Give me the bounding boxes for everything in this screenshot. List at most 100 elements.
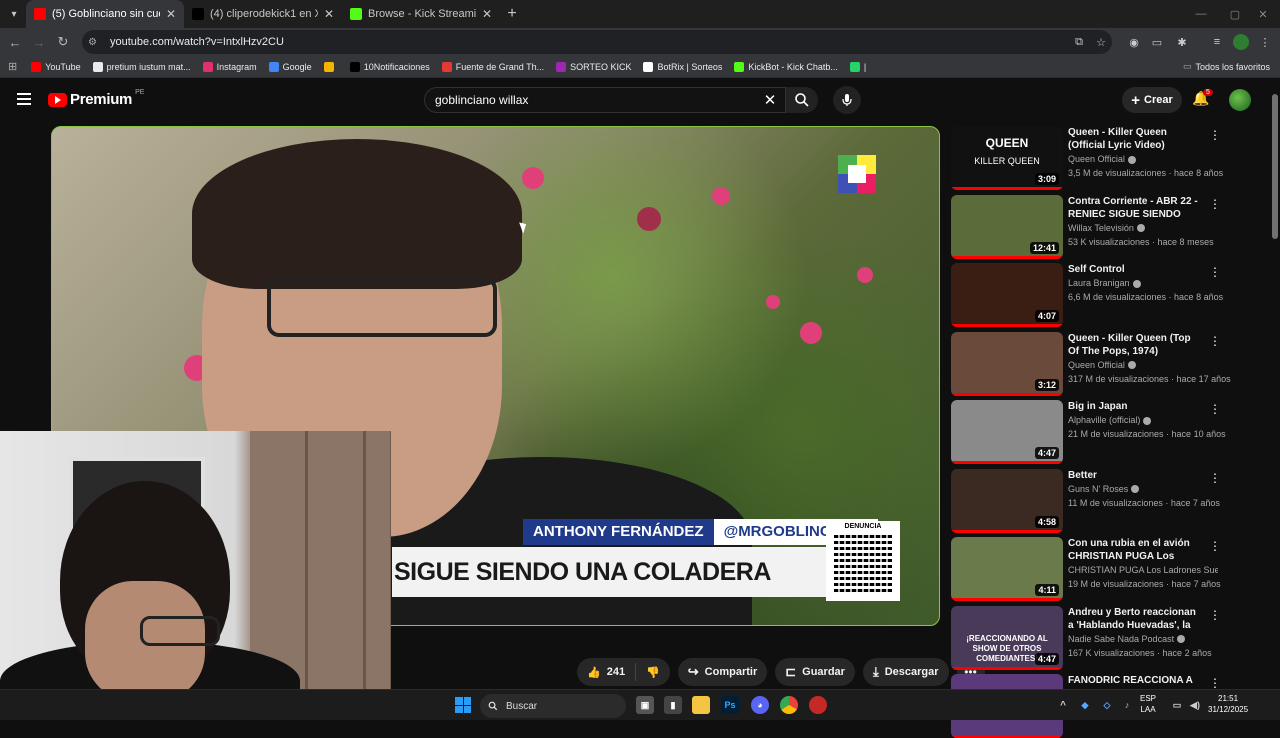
all-bookmarks-button[interactable]: ▭ Todos los favoritos (1183, 61, 1270, 72)
bookmark-item[interactable]: Fuente de Grand Th... (441, 61, 544, 72)
video-thumbnail[interactable]: 3:12 (951, 331, 1063, 396)
app-icon[interactable]: ▮ (664, 696, 682, 714)
bookmark-item[interactable]: KickBot - Kick Chatb... (734, 61, 838, 72)
search-button[interactable] (786, 87, 818, 113)
tab-close-icon[interactable]: ✕ (166, 7, 176, 21)
browser-tab[interactable]: Browse - Kick Streaming ✕ (342, 0, 500, 28)
tray-app-icon[interactable]: ◆ (1076, 696, 1094, 714)
reload-icon[interactable]: ↻ (51, 30, 75, 54)
video-options-icon[interactable]: ⋮ (1209, 471, 1221, 485)
browser-tab[interactable]: (5) Goblinciano sin cuello en W ✕ (26, 0, 184, 28)
scrollbar-thumb[interactable] (1272, 94, 1278, 239)
video-title[interactable]: Queen - Killer Queen (Top Of The Pops, 1… (1068, 332, 1203, 358)
discord-icon[interactable]: ◕ (751, 696, 769, 714)
url-bar[interactable]: ⚙ youtube.com/watch?v=IntxlHzv2CU (82, 30, 1112, 54)
youtube-premium-logo[interactable]: Premium PE (48, 89, 144, 108)
profile-avatar[interactable] (1233, 34, 1249, 50)
video-options-icon[interactable]: ⋮ (1209, 265, 1221, 279)
tray-app-icon[interactable]: ◇ (1098, 696, 1116, 714)
channel-name[interactable]: Alphaville (official) (1068, 415, 1218, 425)
video-title[interactable]: Contra Corriente - ABR 22 - RENIEC SIGUE… (1068, 195, 1203, 221)
new-tab-button[interactable]: + (500, 5, 524, 23)
channel-name[interactable]: Willax Televisión (1068, 223, 1218, 233)
page-scrollbar[interactable] (1271, 82, 1279, 686)
bookmark-item[interactable]: YouTube (31, 61, 81, 72)
video-thumbnail[interactable]: 4:11 (951, 537, 1063, 601)
tray-expand-icon[interactable]: ^ (1054, 696, 1072, 714)
video-thumbnail[interactable]: QUEEN KILLER QUEEN 3:09 (951, 126, 1063, 190)
video-options-icon[interactable]: ⋮ (1209, 676, 1221, 690)
extensions-puzzle-icon[interactable]: ✱ (1174, 34, 1190, 50)
account-avatar[interactable] (1229, 89, 1251, 111)
apps-grid-icon[interactable]: ⊞ (8, 60, 17, 73)
tab-search-button[interactable]: ▾ (2, 2, 26, 26)
bookmark-item[interactable]: 10Notificaciones (349, 61, 430, 72)
search-input[interactable]: goblinciano willax (424, 87, 786, 113)
video-thumbnail[interactable]: 4:47 (951, 400, 1063, 464)
save-button[interactable]: ⊏ Guardar (775, 658, 855, 686)
bookmark-item[interactable]: Instagram (202, 61, 257, 72)
download-button[interactable]: ⤓ Descargar (862, 658, 949, 686)
hamburger-menu-icon[interactable] (17, 93, 31, 105)
install-app-icon[interactable]: ⧉ (1071, 34, 1087, 50)
video-thumbnail[interactable]: 12:41 (951, 194, 1063, 259)
channel-name[interactable]: Queen Official (1068, 154, 1218, 164)
bookmark-item[interactable]: SORTEO KICK (556, 61, 631, 72)
recommended-video[interactable]: ¡REACCIONANDO AL SHOW DE OTROS COMEDIANT… (951, 605, 1271, 670)
browser-menu-icon[interactable]: ⋮ (1257, 34, 1273, 50)
volume-icon[interactable]: ◀) (1186, 696, 1204, 714)
bookmark-item[interactable]: Google (268, 61, 312, 72)
video-title[interactable]: Big in Japan (1068, 400, 1203, 413)
tab-close-icon[interactable]: ✕ (482, 7, 492, 21)
channel-name[interactable]: Nadie Sabe Nada Podcast (1068, 634, 1218, 644)
close-window-button[interactable]: ✕ (1246, 0, 1280, 28)
file-explorer-icon[interactable] (692, 696, 710, 714)
video-thumbnail[interactable]: 4:58 (951, 468, 1063, 533)
channel-name[interactable]: CHRISTIAN PUGA Los Ladrones Sueltos (1068, 565, 1218, 575)
network-icon[interactable]: ▭ (1168, 696, 1186, 714)
windows-start-icon[interactable] (455, 697, 471, 713)
photoshop-icon[interactable]: Ps (721, 696, 739, 714)
bookmark-item[interactable]: BotRix | Sorteos (643, 61, 722, 72)
like-button[interactable]: 👍 241 (577, 663, 637, 681)
recommended-video[interactable]: QUEEN KILLER QUEEN 3:09 Queen - Killer Quee… (951, 126, 1271, 190)
video-title[interactable]: Andreu y Berto reaccionan a 'Hablando Hu… (1068, 606, 1203, 632)
video-options-icon[interactable]: ⋮ (1209, 402, 1221, 416)
video-options-icon[interactable]: ⋮ (1209, 539, 1221, 553)
recommended-video[interactable]: 3:12 Queen - Killer Queen (Top Of The Pop… (951, 331, 1271, 396)
video-title[interactable]: Queen - Killer Queen (Official Lyric Vid… (1068, 126, 1203, 152)
create-button[interactable]: + Crear (1122, 87, 1182, 113)
bookmark-item[interactable]: | (849, 61, 866, 72)
clear-search-icon[interactable]: ✕ (760, 90, 780, 110)
recommended-video[interactable]: 4:11 Con una rubia en el avión CHRISTIAN … (951, 537, 1271, 601)
minimize-button[interactable]: — (1184, 0, 1218, 28)
extension-icon[interactable]: ▭ (1149, 34, 1165, 50)
video-title[interactable]: Con una rubia en el avión CHRISTIAN PUGA… (1068, 537, 1203, 563)
site-info-icon[interactable]: ⚙ (88, 37, 102, 48)
microphone-icon[interactable]: ♪ (1118, 696, 1136, 714)
video-options-icon[interactable]: ⋮ (1209, 197, 1221, 211)
channel-name[interactable]: Queen Official (1068, 360, 1218, 370)
bookmark-item[interactable]: pretium iustum mat... (92, 61, 191, 72)
recording-app-icon[interactable] (809, 696, 827, 714)
video-title[interactable]: Better (1068, 469, 1203, 482)
task-view-icon[interactable]: ▣ (636, 696, 654, 714)
bookmark-item[interactable] (323, 61, 338, 72)
recommended-video[interactable]: 4:47 Big in Japan Alphaville (official) 21 … (951, 400, 1271, 464)
video-title[interactable]: Self Control (1068, 263, 1203, 276)
back-icon[interactable]: ← (3, 30, 27, 54)
video-options-icon[interactable]: ⋮ (1209, 334, 1221, 348)
recommended-video[interactable]: 4:58 Better Guns N' Roses 11 M de visualiza… (951, 468, 1271, 533)
language-indicator[interactable]: ESP LAA (1140, 693, 1156, 715)
tab-close-icon[interactable]: ✕ (324, 7, 334, 21)
recommended-video[interactable]: 4:07 Self Control Laura Branigan 6,6 M de v… (951, 263, 1271, 327)
forward-icon[interactable]: → (27, 30, 51, 54)
browser-tab[interactable]: (4) cliperodekick1 en X: "El plen ✕ (184, 0, 342, 28)
dislike-button[interactable]: 👎 (636, 666, 670, 679)
clock[interactable]: 21:51 31/12/2025 (1208, 693, 1248, 715)
voice-search-button[interactable] (833, 86, 861, 114)
video-options-icon[interactable]: ⋮ (1209, 128, 1221, 142)
bookmark-star-icon[interactable]: ☆ (1093, 34, 1109, 50)
extension-icon[interactable]: ◉ (1126, 34, 1142, 50)
video-thumbnail[interactable]: ¡REACCIONANDO AL SHOW DE OTROS COMEDIANT… (951, 605, 1063, 670)
